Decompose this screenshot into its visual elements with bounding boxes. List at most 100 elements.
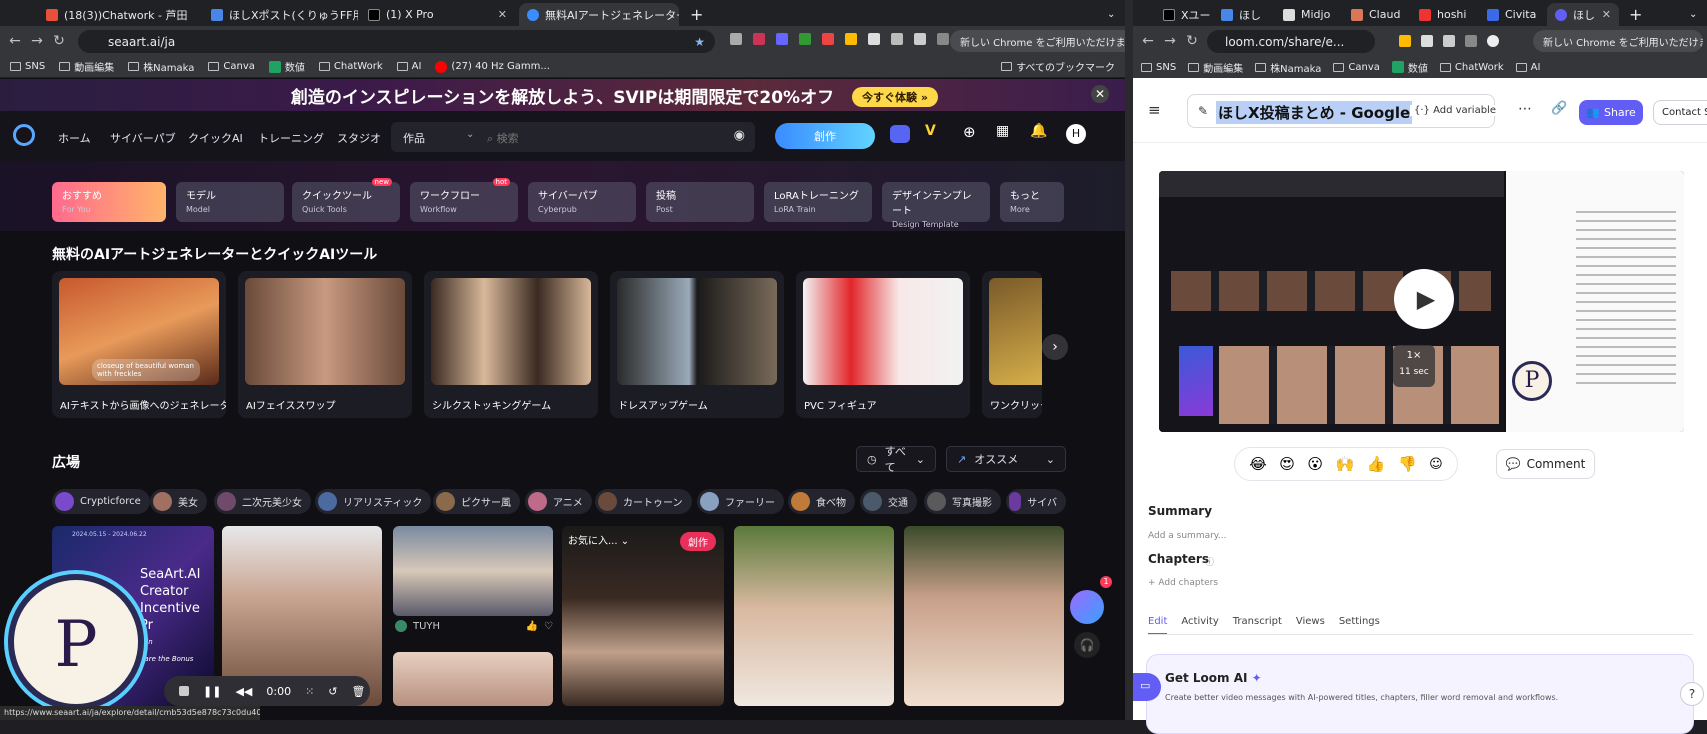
video-player[interactable]: P ▶ 1× 11 sec	[1159, 171, 1684, 432]
contact-sales-button[interactable]: Contact S	[1653, 100, 1707, 125]
tab-loom[interactable]: ほし ✕	[1547, 3, 1619, 26]
grid-icon[interactable]: ▦	[996, 123, 1009, 139]
reaction-raised-hands-icon[interactable]: 🙌	[1336, 455, 1355, 473]
gallery-card[interactable]	[904, 526, 1064, 706]
info-icon[interactable]: ⓘ	[1205, 555, 1214, 568]
profile-icon[interactable]	[1487, 35, 1499, 47]
puzzle-icon[interactable]	[868, 33, 880, 45]
download-icon[interactable]	[1443, 35, 1455, 47]
extension-icon[interactable]	[776, 33, 788, 45]
extension-icon[interactable]	[753, 33, 765, 45]
star-icon[interactable]: ★	[694, 35, 705, 49]
close-icon[interactable]: ✕	[1602, 8, 1611, 21]
tab-edit[interactable]: Edit	[1148, 616, 1168, 635]
tool-card-oneclick[interactable]: ワンクリックで画	[982, 271, 1042, 418]
banner-try-button[interactable]: 今すぐ体験 »	[852, 87, 938, 107]
bell-icon[interactable]: 🔔	[1030, 123, 1047, 139]
close-icon[interactable]: ✕	[1091, 85, 1109, 103]
address-bar[interactable]: seaart.ai/ja ★	[78, 30, 715, 53]
search-type-select[interactable]: 作品	[403, 130, 425, 146]
tab-activity[interactable]: Activity	[1181, 616, 1218, 635]
bookmark-namaka[interactable]: 株Namaka	[1255, 60, 1321, 75]
tab-views[interactable]: Views	[1296, 616, 1325, 635]
grid-dots-icon[interactable]: ⁙	[305, 685, 314, 698]
trash-icon[interactable]: 🗑	[352, 685, 366, 698]
reaction-thumbs-up-icon[interactable]: 👍	[1367, 455, 1386, 473]
tab-x-pro[interactable]: (1) X Pro ✕	[360, 3, 515, 26]
discord-icon[interactable]	[890, 125, 910, 143]
tab-seaart[interactable]: 無料AIアートジェネレーター ✕	[519, 3, 679, 26]
bookmark-canva[interactable]: Canva	[1333, 62, 1380, 73]
tab-chatwork[interactable]: (18(3))Chatwork - 芦田さん「( ✕	[38, 3, 188, 26]
tool-card-dressup[interactable]: ドレスアップゲーム	[610, 271, 784, 418]
nav-studio[interactable]: スタジオ	[337, 130, 381, 146]
chip-cyber[interactable]: サイバ	[1006, 489, 1066, 514]
tab-settings[interactable]: Settings	[1339, 616, 1380, 635]
bookmark-canva[interactable]: Canva	[208, 61, 255, 72]
bookmark-chatwork[interactable]: ChatWork	[318, 61, 383, 72]
bookmark-all[interactable]: すべてのブックマーク	[1001, 59, 1115, 74]
bookmark-values[interactable]: 数値	[1391, 60, 1428, 75]
bookmark-chatwork[interactable]: ChatWork	[1439, 62, 1504, 73]
bookmark-sns[interactable]: SNS	[1141, 62, 1176, 73]
back-icon[interactable]: ←	[4, 33, 26, 49]
gallery-card-hover[interactable]: お気に入... ⌄ 創作	[562, 526, 724, 706]
filter-all-select[interactable]: ◷ すべて ⌄	[856, 445, 936, 474]
tab-hoshi-post[interactable]: ほしXポスト(くりゅうFF用) - G ✕	[203, 3, 358, 26]
play-button[interactable]: ▶	[1394, 269, 1454, 329]
summary-input[interactable]: Add a summary...	[1148, 531, 1226, 541]
category-workflow[interactable]: hot ワークフロー Workflow	[410, 178, 518, 222]
assistant-fab-icon[interactable]	[1070, 590, 1104, 624]
chip-realistic[interactable]: リアリスティック	[315, 489, 432, 514]
reaction-heart-eyes-icon[interactable]: 😍	[1279, 455, 1295, 473]
camera-icon[interactable]: ◉	[734, 128, 745, 143]
address-bar[interactable]: loom.com/share/e...	[1207, 30, 1375, 53]
download-icon[interactable]	[914, 33, 926, 45]
search-box[interactable]: 作品 ⌄ ⌕ 検索 ◉	[391, 122, 755, 152]
bookmark-video[interactable]: 動画編集	[1188, 60, 1243, 75]
card-username[interactable]: TUYH	[413, 621, 440, 632]
chip-pixar[interactable]: ピクサー風	[433, 489, 520, 514]
tab-search-icon[interactable]: ⌄	[1681, 3, 1703, 26]
chip-transport[interactable]: 交通	[860, 489, 917, 514]
chip-food[interactable]: 食べ物	[788, 489, 855, 514]
filter-sort-select[interactable]: ↗ オススメ ⌄	[946, 446, 1066, 472]
help-button[interactable]: ?	[1680, 682, 1704, 706]
reaction-wow-icon[interactable]: 😮	[1307, 455, 1323, 473]
favorite-select[interactable]: お気に入... ⌄	[568, 532, 629, 547]
gallery-card[interactable]	[393, 652, 553, 706]
forward-icon[interactable]: →	[1159, 33, 1181, 49]
bookmark-video[interactable]: 動画編集	[59, 59, 114, 74]
tool-card-faceswap[interactable]: AIフェイススワップ	[238, 271, 412, 418]
create-button[interactable]: 創作	[775, 123, 875, 149]
bookmark-ai[interactable]: AI	[396, 61, 421, 72]
reaction-thumbs-down-icon[interactable]: 👎	[1398, 455, 1417, 473]
add-variable-button[interactable]: {·} Add variable	[1410, 105, 1496, 116]
restart-icon[interactable]: ↺	[328, 685, 337, 698]
plus-icon[interactable]: ⊕	[963, 123, 976, 141]
chip-bijo[interactable]: 美女	[150, 489, 207, 514]
tab-civitai[interactable]: Civita	[1479, 3, 1545, 26]
like-icon[interactable]: 👍	[526, 621, 538, 632]
close-icon[interactable]: ✕	[498, 8, 507, 21]
user-avatar[interactable]	[395, 620, 407, 632]
tab-search-icon[interactable]: ⌄	[1099, 3, 1121, 26]
search-input[interactable]: ⌕ 検索	[487, 130, 519, 146]
tab-transcript[interactable]: Transcript	[1233, 616, 1282, 635]
video-title-text[interactable]: ほしX投稿まとめ - Google	[1216, 101, 1413, 124]
nav-quick-ai[interactable]: クイックAI	[188, 130, 243, 146]
rewind-icon[interactable]: ◀◀	[235, 685, 252, 698]
tab-hoshi[interactable]: ほし	[1213, 3, 1273, 26]
promo-banner[interactable]: 創造のインスピレーションを解放しよう、SVIPは期間限定で20%オフ 今すぐ体験…	[0, 79, 1125, 111]
tab-claude[interactable]: Claud	[1343, 3, 1409, 26]
new-tab-button[interactable]: +	[682, 3, 706, 26]
reload-icon[interactable]: ↻	[48, 33, 70, 49]
category-cyberpub[interactable]: サイバーパブ Cyberpub	[528, 182, 636, 222]
chip-furry[interactable]: ファーリー	[697, 489, 784, 514]
extension-icon[interactable]	[730, 33, 742, 45]
category-quick-tools[interactable]: new クイックツール Quick Tools	[292, 178, 400, 222]
reaction-laugh-icon[interactable]: 😂	[1249, 455, 1267, 473]
category-for-you[interactable]: おすすめ For You	[52, 182, 166, 222]
extension-icon[interactable]	[799, 33, 811, 45]
category-more[interactable]: もっと More	[1000, 182, 1064, 222]
